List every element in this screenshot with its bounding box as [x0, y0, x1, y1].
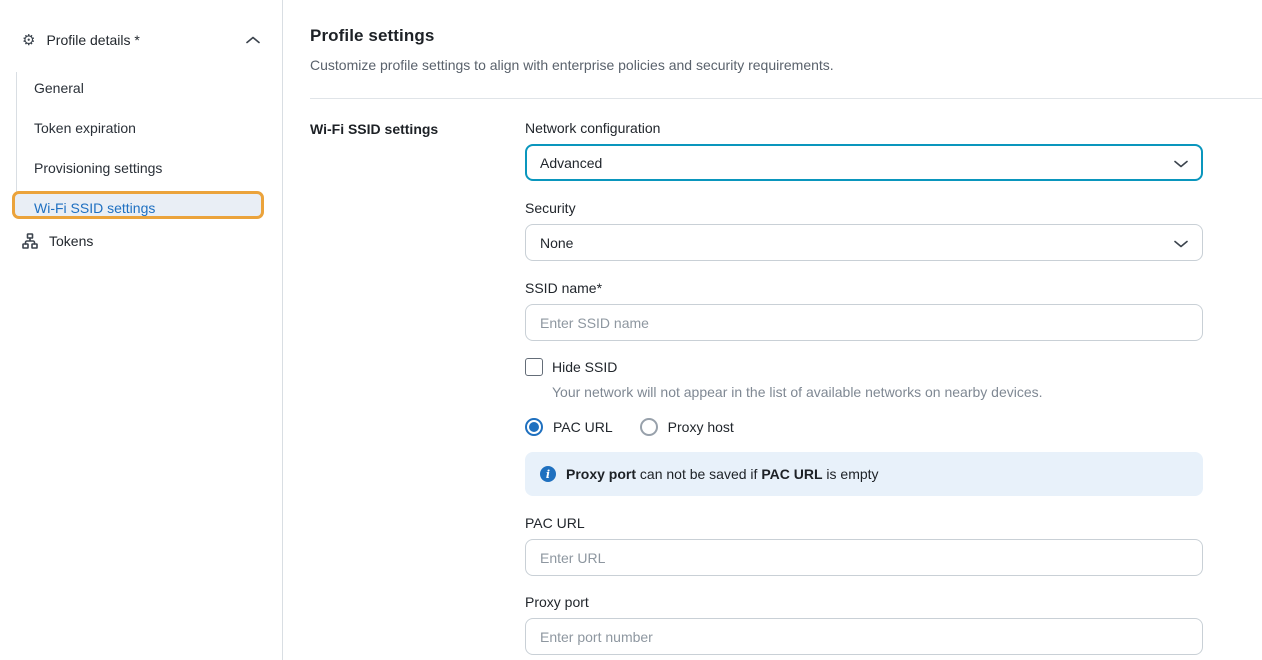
- pac-url-radio-label: PAC URL: [553, 419, 613, 435]
- chevron-up-icon[interactable]: [246, 36, 260, 44]
- pac-url-radio[interactable]: [525, 418, 543, 436]
- sidebar-parent-label: Profile details *: [46, 32, 139, 48]
- ssid-name-label: SSID name*: [525, 280, 1203, 296]
- proxy-host-radio-label: Proxy host: [668, 419, 734, 435]
- chevron-down-icon: [1174, 155, 1188, 171]
- sidebar-item-tokens[interactable]: Tokens: [0, 227, 282, 255]
- ssid-name-input[interactable]: [525, 304, 1203, 341]
- page-title: Profile settings: [310, 26, 1262, 46]
- banner-text-end: is empty: [823, 466, 879, 482]
- banner-bold-pac-url: PAC URL: [761, 466, 822, 482]
- sidebar-item-general[interactable]: General: [0, 68, 282, 108]
- pac-url-input[interactable]: [525, 539, 1203, 576]
- pac-url-radio-option[interactable]: PAC URL: [525, 418, 613, 436]
- security-value: None: [540, 235, 573, 251]
- banner-bold-proxy-port: Proxy port: [566, 466, 636, 482]
- proxy-host-radio-option[interactable]: Proxy host: [640, 418, 734, 436]
- info-banner: i Proxy port can not be saved if PAC URL…: [525, 452, 1203, 496]
- page-subtitle: Customize profile settings to align with…: [310, 57, 1262, 73]
- proxy-port-input[interactable]: [525, 618, 1203, 655]
- sidebar-tokens-label: Tokens: [49, 233, 93, 249]
- network-configuration-value: Advanced: [540, 155, 602, 171]
- proxy-host-radio[interactable]: [640, 418, 658, 436]
- sidebar-item-wifi-ssid-settings[interactable]: Wi-Fi SSID settings: [12, 191, 264, 219]
- hide-ssid-description: Your network will not appear in the list…: [552, 384, 1203, 400]
- proxy-port-label: Proxy port: [525, 594, 1203, 610]
- hide-ssid-checkbox-row[interactable]: Hide SSID: [525, 358, 1203, 376]
- wifi-ssid-settings-section: Wi-Fi SSID settings Network configuratio…: [310, 120, 1262, 655]
- hide-ssid-label: Hide SSID: [552, 359, 617, 375]
- gear-icon: ⚙: [22, 33, 35, 48]
- sidebar-item-profile-details[interactable]: ⚙ Profile details *: [0, 26, 282, 54]
- section-divider: [310, 98, 1262, 99]
- hide-ssid-checkbox[interactable]: [525, 358, 543, 376]
- network-configuration-label: Network configuration: [525, 120, 1203, 136]
- security-select[interactable]: None: [525, 224, 1203, 261]
- security-label: Security: [525, 200, 1203, 216]
- sidebar-subnav: General Token expiration Provisioning se…: [0, 68, 282, 219]
- app-window: ⚙ Profile details * General Token expira…: [0, 0, 1262, 660]
- sitemap-icon: [22, 233, 38, 249]
- form-fields: Network configuration Advanced Security …: [525, 120, 1203, 655]
- sidebar-item-token-expiration[interactable]: Token expiration: [0, 108, 282, 148]
- chevron-down-icon: [1174, 235, 1188, 251]
- settings-sidebar: ⚙ Profile details * General Token expira…: [0, 0, 283, 660]
- proxy-mode-radio-group: PAC URL Proxy host: [525, 418, 1203, 436]
- network-configuration-select[interactable]: Advanced: [525, 144, 1203, 181]
- info-icon: i: [540, 466, 556, 482]
- sidebar-item-provisioning-settings[interactable]: Provisioning settings: [0, 148, 282, 188]
- main-content: Profile settings Customize profile setti…: [283, 0, 1262, 660]
- section-label: Wi-Fi SSID settings: [310, 120, 525, 655]
- banner-text: can not be saved if: [636, 466, 761, 482]
- pac-url-label: PAC URL: [525, 515, 1203, 531]
